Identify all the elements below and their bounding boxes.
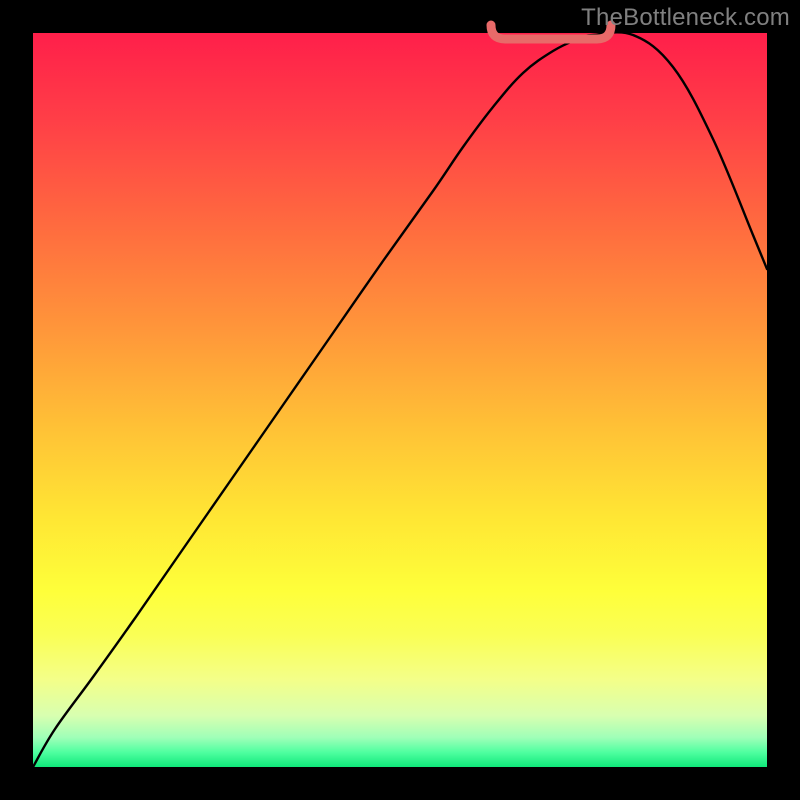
chart-frame: TheBottleneck.com <box>0 0 800 800</box>
bottleneck-curve <box>33 32 767 767</box>
curve-layer <box>33 33 767 767</box>
watermark-text: TheBottleneck.com <box>581 4 790 32</box>
